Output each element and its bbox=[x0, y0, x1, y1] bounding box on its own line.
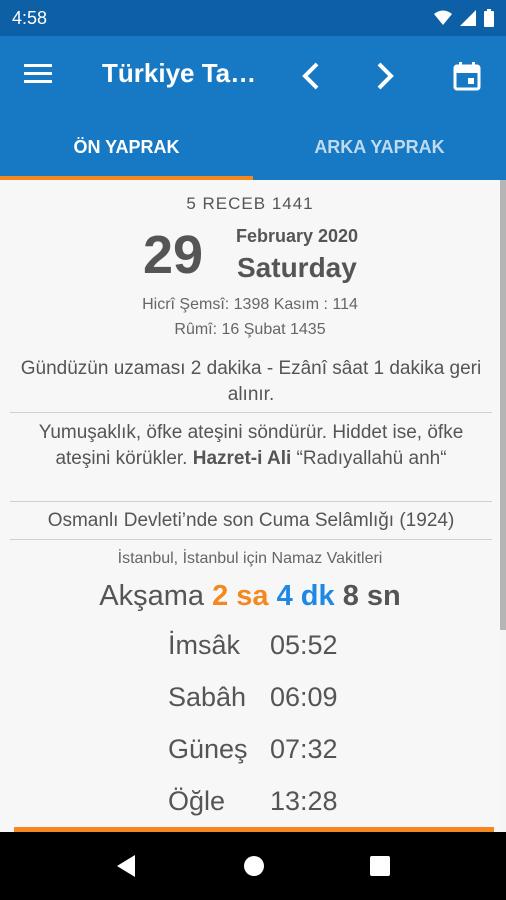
countdown-hours: 2 sa bbox=[212, 580, 269, 612]
back-button[interactable] bbox=[108, 850, 144, 882]
wifi-icon bbox=[434, 10, 452, 25]
quote: Yumuşaklık, öfke ateşini söndürür. Hidde… bbox=[10, 420, 492, 472]
calendar-icon bbox=[453, 62, 481, 91]
back-triangle-icon bbox=[117, 855, 135, 877]
rumi-line: Rûmî: 16 Şubat 1435 bbox=[174, 321, 326, 338]
hijri-date: 5 RECEB 1441 bbox=[186, 194, 314, 213]
app-bar: Türkiye Ta… bbox=[0, 36, 506, 114]
tab-on-yaprak[interactable]: ÖN YAPRAK bbox=[0, 114, 253, 180]
quote-author: Hazret-i Ali bbox=[192, 448, 292, 469]
previous-day-button[interactable] bbox=[292, 58, 328, 94]
prayer-row-sabah: Sabâh 06:09 bbox=[168, 682, 338, 713]
prayer-time: 07:32 bbox=[270, 734, 338, 764]
home-circle-icon bbox=[244, 856, 264, 876]
battery-icon bbox=[484, 9, 494, 27]
home-button[interactable] bbox=[236, 850, 272, 882]
chevron-right-icon bbox=[377, 62, 394, 90]
calendar-button[interactable] bbox=[449, 58, 485, 94]
prayer-name: İmsâk bbox=[168, 630, 241, 660]
prayer-time: 13:28 bbox=[270, 786, 338, 816]
system-nav-bar bbox=[0, 832, 506, 900]
tab-arka-yaprak[interactable]: ARKA YAPRAK bbox=[253, 114, 506, 180]
prayer-name: Güneş bbox=[168, 734, 248, 764]
countdown-minutes: 4 dk bbox=[276, 580, 335, 612]
prayer-name: Sabâh bbox=[168, 682, 247, 712]
prayer-row-imsak: İmsâk 05:52 bbox=[168, 630, 338, 661]
divider bbox=[10, 501, 492, 502]
recents-square-icon bbox=[370, 856, 390, 876]
day-number: 29 bbox=[143, 225, 204, 285]
status-icons bbox=[434, 9, 494, 27]
app-title: Türkiye Ta… bbox=[102, 58, 257, 88]
month-year: February 2020 bbox=[236, 226, 359, 246]
signal-icon bbox=[460, 10, 476, 26]
status-bar: 4:58 bbox=[0, 0, 506, 36]
countdown-label: Akşama bbox=[99, 580, 205, 612]
history-note: Osmanlı Devleti’nde son Cuma Selâmlığı (… bbox=[47, 510, 455, 531]
prayer-name: Öğle bbox=[168, 786, 226, 816]
tab-bar: ÖN YAPRAK ARKA YAPRAK bbox=[0, 114, 506, 180]
prayer-row-gunes: Güneş 07:32 bbox=[168, 734, 338, 765]
calendar-page: 5 RECEB 1441 29 February 2020 Saturday H… bbox=[0, 180, 500, 832]
menu-icon[interactable] bbox=[24, 62, 54, 86]
prayer-row-ogle: Öğle 13:28 bbox=[168, 786, 338, 817]
prayer-time: 06:09 bbox=[270, 682, 338, 712]
prayer-location: İstanbul, İstanbul için Namaz Vakitleri bbox=[117, 550, 383, 567]
divider bbox=[10, 539, 492, 540]
next-day-button[interactable] bbox=[368, 58, 404, 94]
prayer-countdown: Akşama 2 sa 4 dk 8 sn bbox=[0, 580, 500, 613]
status-time: 4:58 bbox=[12, 7, 48, 28]
day-length-note: Gündüzün uzaması 2 dakika - Ezânî sâat 1… bbox=[20, 358, 482, 405]
countdown-seconds: 8 sn bbox=[342, 580, 401, 612]
scrollbar[interactable] bbox=[500, 180, 506, 630]
chevron-left-icon bbox=[302, 62, 319, 90]
hicri-semsi-line: Hicrî Şemsî: 1398 Kasım : 114 bbox=[142, 296, 358, 313]
recents-button[interactable] bbox=[362, 850, 398, 882]
divider bbox=[10, 412, 492, 413]
weekday: Saturday bbox=[237, 252, 357, 283]
prayer-time: 05:52 bbox=[270, 630, 338, 660]
quote-suffix: “Radıyallahü anh“ bbox=[291, 448, 447, 469]
